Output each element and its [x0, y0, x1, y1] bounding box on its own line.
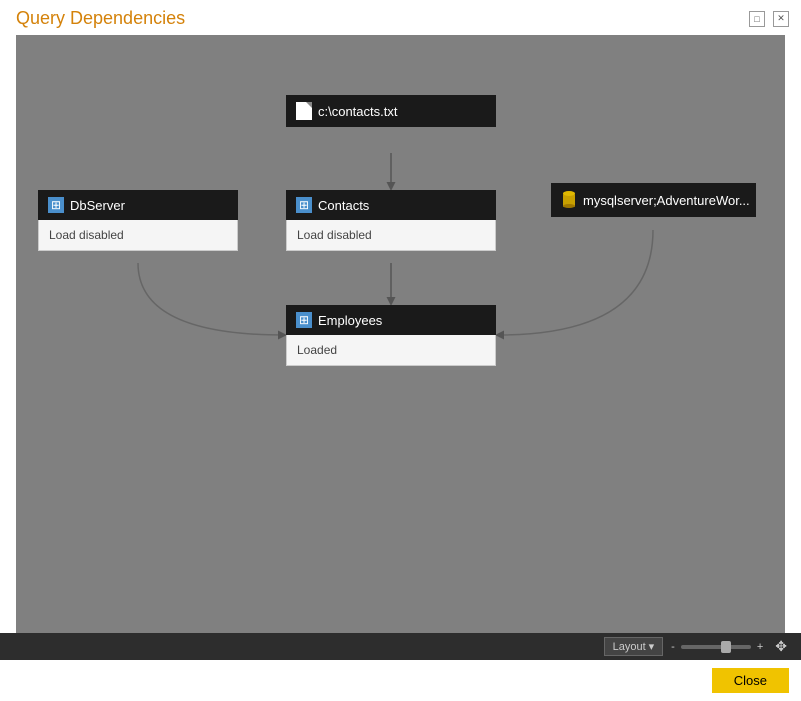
node-mysql-label: mysqlserver;AdventureWor... [583, 193, 750, 208]
node-employees-label: Employees [318, 313, 382, 328]
layout-dropdown-icon: ▾ [649, 640, 655, 653]
close-window-button[interactable]: ✕ [773, 11, 789, 27]
node-dbserver[interactable]: DbServer Load disabled [38, 190, 238, 251]
node-contacts[interactable]: Contacts Load disabled [286, 190, 496, 251]
node-contacts-header: Contacts [286, 190, 496, 220]
node-dbserver-header: DbServer [38, 190, 238, 220]
layout-button[interactable]: Layout ▾ [604, 637, 664, 656]
node-employees-status: Loaded [286, 335, 496, 366]
close-button[interactable]: Close [712, 668, 789, 693]
layout-label: Layout [613, 641, 646, 653]
node-employees-header: Employees [286, 305, 496, 335]
node-dbserver-status: Load disabled [38, 220, 238, 251]
node-dbserver-label: DbServer [70, 198, 125, 213]
fit-to-screen-button[interactable]: ✥ [771, 637, 791, 656]
zoom-minus-label[interactable]: - [669, 641, 677, 653]
node-contacts-file[interactable]: c:\contacts.txt [286, 95, 496, 127]
zoom-plus-label[interactable]: + [755, 641, 765, 653]
title-bar: Query Dependencies □ ✕ [0, 0, 801, 35]
diagram-canvas: c:\contacts.txt DbServer Load disabled C… [16, 35, 785, 633]
zoom-thumb [721, 641, 731, 653]
minimize-button[interactable]: □ [749, 11, 765, 27]
window-title: Query Dependencies [16, 8, 185, 29]
window-controls: □ ✕ [749, 11, 789, 27]
zoom-track[interactable] [681, 645, 751, 649]
node-contacts-file-header: c:\contacts.txt [286, 95, 496, 127]
node-contacts-label: Contacts [318, 198, 369, 213]
table-icon-contacts [296, 197, 312, 213]
footer: Close [0, 660, 801, 701]
node-mysql-header: mysqlserver;AdventureWor... [551, 183, 756, 217]
file-icon [296, 102, 312, 120]
zoom-control: - + [669, 641, 765, 653]
node-contacts-status: Load disabled [286, 220, 496, 251]
node-mysql[interactable]: mysqlserver;AdventureWor... [551, 183, 756, 217]
main-window: Query Dependencies □ ✕ [0, 0, 801, 701]
node-contacts-file-label: c:\contacts.txt [318, 104, 397, 119]
table-icon-dbserver [48, 197, 64, 213]
table-icon-employees [296, 312, 312, 328]
cylinder-icon [561, 190, 577, 210]
bottom-toolbar: Layout ▾ - + ✥ [0, 633, 801, 660]
node-employees[interactable]: Employees Loaded [286, 305, 496, 366]
